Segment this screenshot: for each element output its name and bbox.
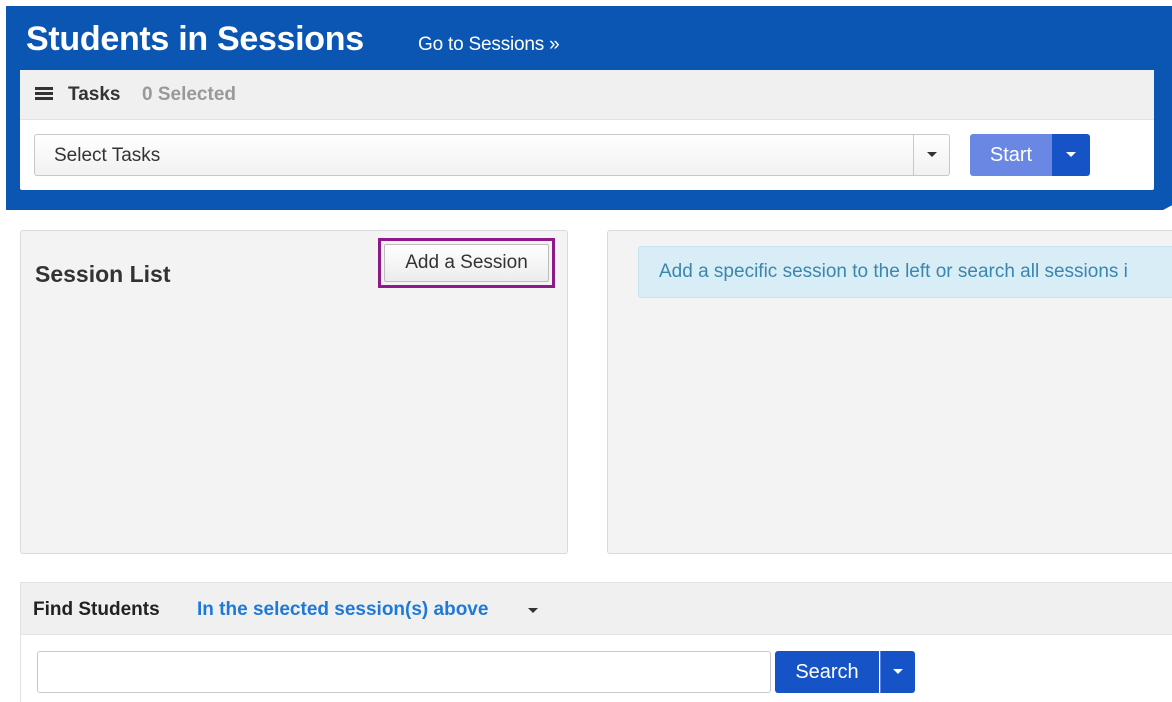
start-button[interactable]: Start [970, 134, 1052, 176]
start-dropdown-toggle[interactable] [1052, 134, 1090, 176]
tasks-header: Tasks 0 Selected [20, 70, 1154, 120]
page-title: Students in Sessions [26, 20, 364, 58]
search-button[interactable]: Search [775, 651, 879, 693]
find-students-panel: Find Students In the selected session(s)… [20, 582, 1172, 702]
chevron-down-icon [893, 669, 903, 674]
select-tasks-toggle[interactable] [913, 135, 949, 175]
session-list-panel: Session List Add a Session [20, 230, 568, 554]
find-students-label: Find Students [33, 599, 160, 620]
chevron-down-icon [927, 152, 937, 157]
header-corner [1152, 202, 1172, 216]
tasks-panel: Tasks 0 Selected Select Tasks Start [20, 70, 1154, 190]
tasks-selected-count: 0 Selected [142, 84, 236, 105]
select-tasks-value: Select Tasks [54, 145, 161, 166]
page-header: Students in Sessions Go to Sessions » Ta… [6, 6, 1172, 216]
session-detail-panel: Add a specific session to the left or se… [607, 230, 1172, 554]
search-input[interactable] [37, 651, 771, 693]
session-list-title: Session List [35, 261, 171, 287]
tasks-label: Tasks [68, 84, 121, 105]
list-icon [35, 87, 53, 101]
add-session-button[interactable]: Add a Session [384, 244, 549, 282]
info-alert: Add a specific session to the left or se… [638, 246, 1172, 298]
go-to-sessions-link[interactable]: Go to Sessions » [418, 34, 560, 56]
info-message: Add a specific session to the left or se… [659, 261, 1128, 282]
chevron-down-icon [1066, 152, 1076, 157]
chevron-down-icon[interactable] [528, 608, 538, 613]
add-session-highlight: Add a Session [378, 238, 555, 288]
search-dropdown-toggle[interactable] [880, 651, 915, 693]
find-students-header: Find Students In the selected session(s)… [21, 583, 1172, 635]
select-tasks-dropdown[interactable]: Select Tasks [34, 134, 950, 176]
search-scope-dropdown[interactable]: In the selected session(s) above [197, 599, 488, 621]
